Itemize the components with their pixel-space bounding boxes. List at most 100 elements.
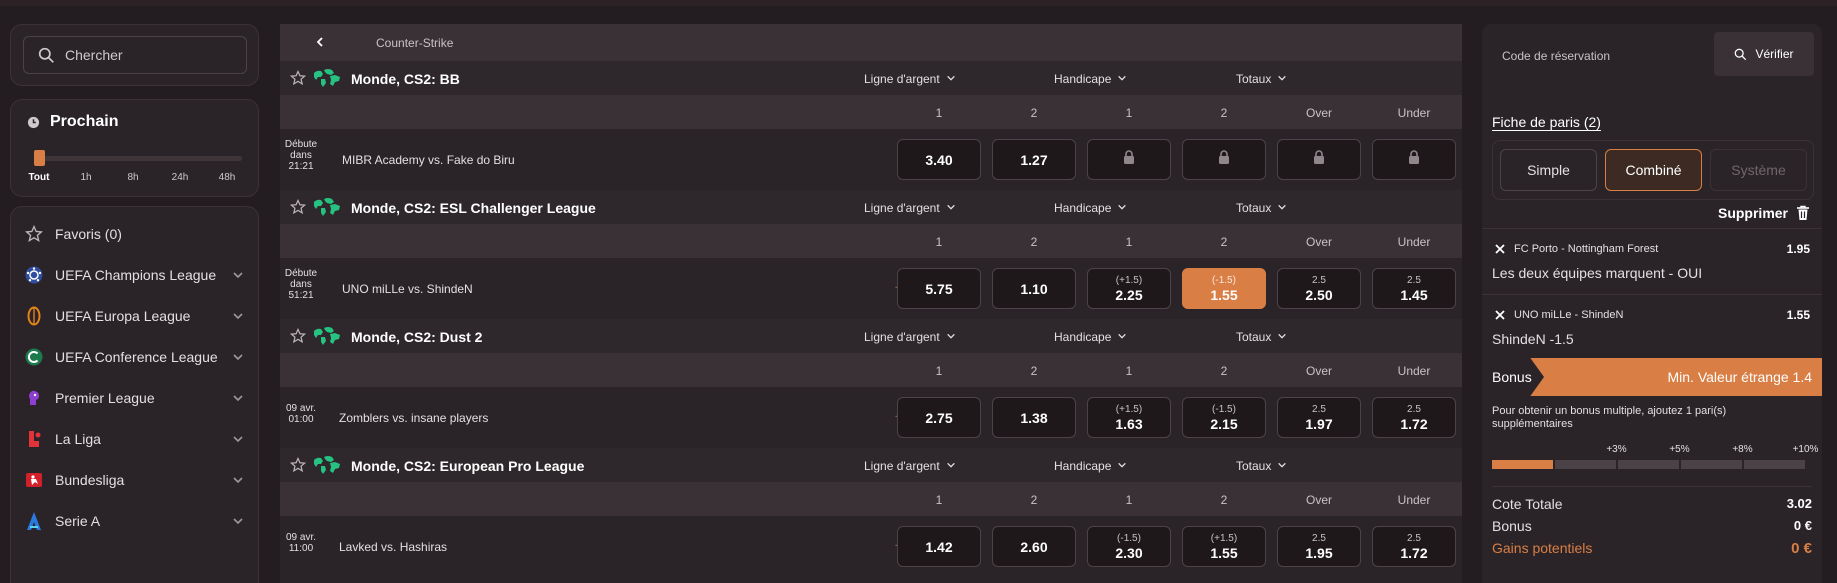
odds-button[interactable]: 2.5 1.72 [1372, 397, 1456, 438]
sidebar-item-champions-league[interactable]: UEFA Champions League [11, 255, 260, 295]
reservation-code-input[interactable]: Code de réservation [1502, 49, 1610, 63]
bet-event: UNO miLLe - ShindeN [1514, 309, 1624, 321]
match-row[interactable]: Débutedans51:21 UNO miLLe vs. ShindeN +1… [280, 258, 1462, 319]
market-handicap-dropdown[interactable]: Handicape [1054, 459, 1127, 473]
tab-system[interactable]: Système [1710, 149, 1807, 191]
match-teams[interactable]: Lavked vs. Hashiras [339, 540, 447, 554]
search-input[interactable]: Chercher [23, 36, 247, 74]
sidebar-item-favorites[interactable]: Favoris (0) [11, 214, 260, 254]
market-moneyline-label: Ligne d'argent [864, 330, 940, 344]
odds-button[interactable]: 2.75 [897, 397, 981, 438]
market-totals-dropdown[interactable]: Totaux [1236, 201, 1287, 215]
sidebar-item-premier-league[interactable]: Premier League [11, 378, 260, 418]
sidebar-item-conference-league[interactable]: UEFA Conference League [11, 337, 260, 377]
time-slider-track[interactable] [35, 156, 242, 161]
time-filter-1h[interactable]: 1h [66, 172, 106, 183]
odds-button[interactable]: (-1.5) 2.30 [1087, 526, 1171, 567]
potential-gains-value: 0 € [1791, 540, 1812, 557]
odds-button[interactable]: 1.10 [992, 268, 1076, 309]
odds-button[interactable]: 2.5 1.95 [1277, 526, 1361, 567]
time-filter-all[interactable]: Tout [19, 172, 59, 183]
odds-button[interactable]: 2.5 1.72 [1372, 526, 1456, 567]
odds-button[interactable]: 2.5 1.45 [1372, 268, 1456, 309]
match-row[interactable]: 09 avr.11:00 Lavked vs. Hashiras +261.42… [280, 516, 1462, 577]
tab-combined[interactable]: Combiné [1605, 149, 1702, 191]
odds-button[interactable]: 1.38 [992, 397, 1076, 438]
upcoming-filter-card: Prochain Tout 1h 8h 24h 48h [10, 99, 259, 197]
sidebar-item-serie-a[interactable]: Serie A [11, 501, 260, 541]
verify-button[interactable]: Vérifier [1714, 32, 1814, 76]
time-filter-24h[interactable]: 24h [160, 172, 200, 183]
odds-button[interactable] [1087, 139, 1171, 180]
sidebar-item-label: Premier League [55, 390, 155, 406]
star-icon[interactable] [289, 198, 307, 215]
close-icon[interactable] [1494, 243, 1506, 255]
market-moneyline-dropdown[interactable]: Ligne d'argent [864, 201, 956, 215]
col-handicap-away: 2 [1220, 493, 1228, 507]
odds-button[interactable]: (-1.5) 2.15 [1182, 397, 1266, 438]
odds-button[interactable]: (+1.5) 2.25 [1087, 268, 1171, 309]
star-icon[interactable] [289, 327, 307, 344]
market-totals-dropdown[interactable]: Totaux [1236, 72, 1287, 86]
star-icon[interactable] [289, 456, 307, 473]
odds-value: 1.10 [1020, 280, 1048, 297]
odds-button[interactable]: (+1.5) 1.55 [1182, 526, 1266, 567]
bet-event: FC Porto - Nottingham Forest [1514, 243, 1659, 255]
odds-button[interactable] [1277, 139, 1361, 180]
match-teams[interactable]: MIBR Academy vs. Fake do Biru [342, 153, 515, 167]
time-filter-8h[interactable]: 8h [113, 172, 153, 183]
odds-button[interactable] [1182, 139, 1266, 180]
match-time-line: Débute [284, 268, 318, 279]
market-handicap-label: Handicape [1054, 330, 1112, 344]
betslip-title[interactable]: Fiche de paris (2) [1492, 114, 1601, 130]
market-handicap-dropdown[interactable]: Handicape [1054, 201, 1127, 215]
odds-button[interactable]: (+1.5) 1.63 [1087, 397, 1171, 438]
match-row[interactable]: Débute dans 21:21 MIBR Academy vs. Fake do… [280, 129, 1462, 190]
market-moneyline-dropdown[interactable]: Ligne d'argent [864, 459, 956, 473]
odds-parameter: 2.5 [1312, 403, 1326, 415]
match-row[interactable]: 09 avr. 01:00 Zomblers vs. insane players… [280, 387, 1462, 448]
match-teams[interactable]: UNO miLLe vs. ShindeN [342, 282, 473, 296]
league-name: Monde, CS2: European Pro League [351, 458, 585, 474]
sidebar-item-la-liga[interactable]: La Liga [11, 419, 260, 459]
lock-icon [1123, 150, 1135, 169]
odds-value: 5.75 [925, 280, 953, 297]
time-slider-handle[interactable] [34, 150, 45, 166]
match-time-line: dans [290, 279, 312, 290]
odds-value: 2.15 [1210, 415, 1238, 432]
market-totals-dropdown[interactable]: Totaux [1236, 459, 1287, 473]
close-icon[interactable] [1494, 309, 1506, 321]
world-globe-icon [312, 454, 342, 476]
tab-simple[interactable]: Simple [1500, 149, 1597, 191]
odds-button[interactable]: 1.42 [897, 526, 981, 567]
odds-button[interactable] [1372, 139, 1456, 180]
odds-button[interactable]: 5.75 [897, 268, 981, 309]
back-arrow-icon[interactable] [314, 36, 326, 48]
col-under: Under [1397, 106, 1431, 120]
sidebar-item-label: Serie A [55, 513, 101, 529]
odds-button[interactable]: 1.27 [992, 139, 1076, 180]
market-handicap-dropdown[interactable]: Handicape [1054, 72, 1127, 86]
odds-button[interactable]: 2.60 [992, 526, 1076, 567]
star-icon[interactable] [289, 69, 307, 86]
odds-value: 2.25 [1115, 286, 1143, 303]
delete-all-button[interactable]: Supprimer [1718, 205, 1810, 221]
sidebar-item-europa-league[interactable]: UEFA Europa League [11, 296, 260, 336]
match-teams[interactable]: Zomblers vs. insane players [339, 411, 488, 425]
time-filter-48h[interactable]: 48h [207, 172, 247, 183]
odds-column-headers: 1 2 1 2 Over Under [280, 95, 1462, 129]
match-start-time: Débute dans 21:21 [282, 139, 320, 172]
bonus-tier-label: +8% [1732, 444, 1753, 455]
odds-button[interactable]: 2.5 1.97 [1277, 397, 1361, 438]
match-time-line: 11:00 [288, 543, 314, 554]
odds-button[interactable]: (-1.5) 1.55 [1182, 268, 1266, 309]
odds-button[interactable]: 2.5 2.50 [1277, 268, 1361, 309]
market-moneyline-dropdown[interactable]: Ligne d'argent [864, 330, 956, 344]
col-away: 2 [1030, 106, 1038, 120]
market-moneyline-dropdown[interactable]: Ligne d'argent [864, 72, 956, 86]
odds-button[interactable]: 3.40 [897, 139, 981, 180]
sidebar-item-label: UEFA Champions League [55, 267, 217, 283]
market-handicap-dropdown[interactable]: Handicape [1054, 330, 1127, 344]
market-totals-dropdown[interactable]: Totaux [1236, 330, 1287, 344]
sidebar-item-bundesliga[interactable]: Bundesliga [11, 460, 260, 500]
